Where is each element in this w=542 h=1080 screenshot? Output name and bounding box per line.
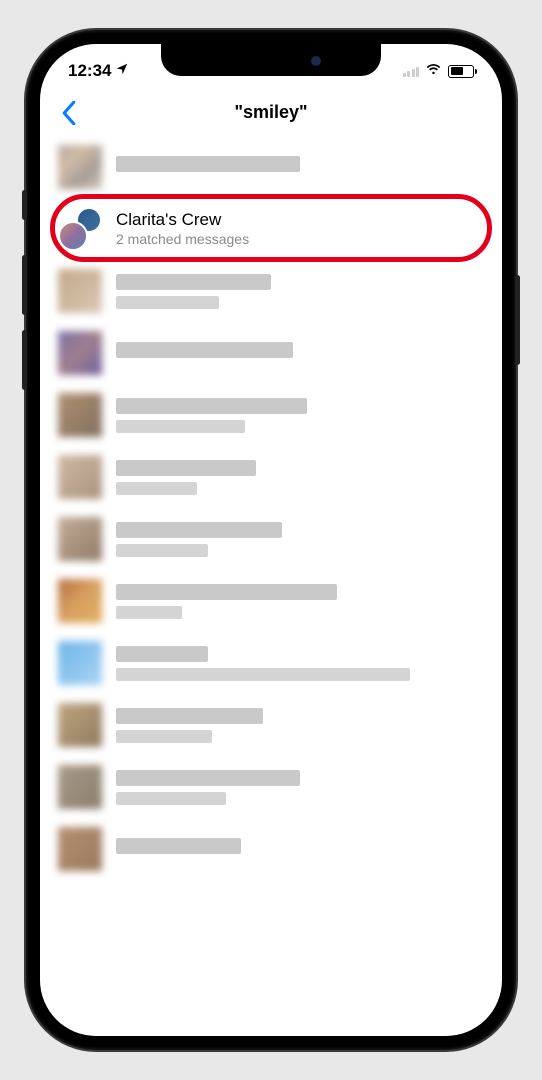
list-item[interactable] xyxy=(40,818,502,880)
volume-up-button xyxy=(22,255,27,315)
power-button xyxy=(515,275,520,365)
conversation-subtitle: 2 matched messages xyxy=(116,231,484,249)
avatar xyxy=(58,579,102,623)
list-item-claritas-crew[interactable]: Clarita's Crew 2 matched messages xyxy=(40,198,502,260)
page-title: "smiley" xyxy=(234,102,307,123)
notch xyxy=(161,44,381,76)
mute-switch xyxy=(22,190,27,220)
list-item-text xyxy=(116,838,484,860)
list-item-text xyxy=(116,770,484,805)
volume-down-button xyxy=(22,330,27,390)
wifi-icon xyxy=(425,60,442,82)
list-item-text xyxy=(116,398,484,433)
avatar xyxy=(58,269,102,313)
list-item[interactable] xyxy=(40,446,502,508)
avatar xyxy=(58,331,102,375)
list-item[interactable] xyxy=(40,694,502,756)
list-item-text xyxy=(116,460,484,495)
conversation-name: Clarita's Crew xyxy=(116,209,484,230)
avatar xyxy=(58,517,102,561)
list-item[interactable] xyxy=(40,570,502,632)
avatar xyxy=(58,393,102,437)
avatar xyxy=(58,145,102,189)
status-time: 12:34 xyxy=(68,61,111,81)
group-avatar xyxy=(58,207,102,251)
list-item[interactable] xyxy=(40,756,502,818)
list-item-text: Clarita's Crew 2 matched messages xyxy=(116,209,484,249)
list-item-text xyxy=(116,522,484,557)
screen: 12:34 "smiley" xyxy=(40,44,502,1036)
avatar xyxy=(58,827,102,871)
list-item-text xyxy=(116,274,484,309)
avatar xyxy=(58,641,102,685)
status-right xyxy=(403,60,475,82)
list-item[interactable] xyxy=(40,632,502,694)
list-item[interactable] xyxy=(40,384,502,446)
list-item[interactable] xyxy=(40,136,502,198)
list-item-text xyxy=(116,584,484,619)
location-icon xyxy=(115,61,129,81)
back-button[interactable] xyxy=(54,98,84,128)
list-item-text xyxy=(116,646,484,681)
list-item-text xyxy=(116,156,484,178)
chevron-left-icon xyxy=(61,101,77,125)
list-item[interactable] xyxy=(40,322,502,384)
device-frame: 12:34 "smiley" xyxy=(26,30,516,1050)
list-item[interactable] xyxy=(40,508,502,570)
search-results-list[interactable]: Clarita's Crew 2 matched messages xyxy=(40,136,502,1036)
status-left: 12:34 xyxy=(68,61,129,81)
avatar xyxy=(58,455,102,499)
list-item-text xyxy=(116,342,484,364)
avatar xyxy=(58,703,102,747)
list-item-text xyxy=(116,708,484,743)
battery-icon xyxy=(448,65,474,78)
nav-bar: "smiley" xyxy=(40,88,502,136)
avatar xyxy=(58,765,102,809)
cellular-icon xyxy=(403,65,420,77)
list-item[interactable] xyxy=(40,260,502,322)
